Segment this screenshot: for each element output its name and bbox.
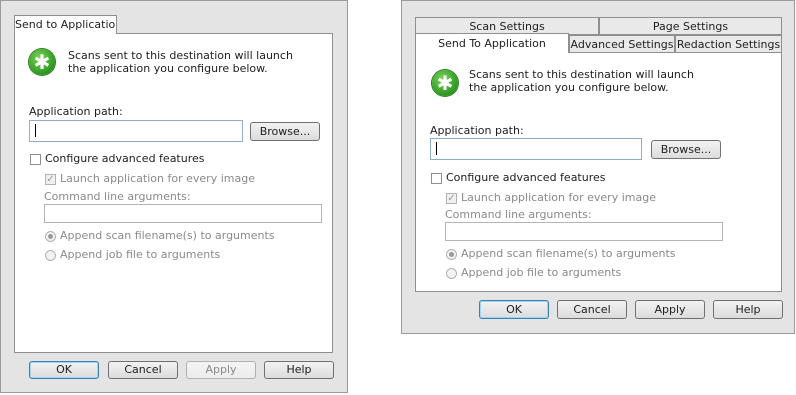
- tab-send-to-application[interactable]: Send To Application: [415, 33, 569, 53]
- apply-button[interactable]: Apply: [635, 300, 705, 319]
- append-job-file-radio: [446, 268, 457, 279]
- text-caret: [35, 124, 36, 137]
- browse-button[interactable]: Browse...: [250, 122, 320, 141]
- configure-advanced-checkbox[interactable]: [431, 173, 442, 184]
- append-job-file-radio: [45, 250, 56, 261]
- application-path-label: Application path:: [29, 105, 123, 118]
- left-dialog: Send to Application ✱ Scans sent to this…: [0, 0, 348, 393]
- configure-advanced-label[interactable]: Configure advanced features: [446, 171, 606, 184]
- help-button[interactable]: Help: [264, 361, 334, 379]
- launch-every-image-label: Launch application for every image: [461, 191, 656, 204]
- help-button[interactable]: Help: [713, 300, 783, 319]
- configure-advanced-checkbox[interactable]: [30, 154, 41, 165]
- tab-redaction-settings[interactable]: Redaction Settings: [675, 35, 782, 53]
- tab-advanced-settings[interactable]: Advanced Settings: [569, 35, 675, 53]
- ok-button[interactable]: OK: [29, 361, 99, 379]
- tab-panel: ✱ Scans sent to this destination will la…: [14, 33, 333, 353]
- ok-button[interactable]: OK: [479, 300, 549, 319]
- tab-page-settings[interactable]: Page Settings: [599, 17, 782, 35]
- command-line-label: Command line arguments:: [44, 190, 191, 203]
- text-caret: [436, 142, 437, 155]
- cancel-button[interactable]: Cancel: [108, 361, 178, 379]
- application-path-input[interactable]: [430, 138, 642, 160]
- application-path-input[interactable]: [29, 120, 243, 142]
- tab-send-to-application[interactable]: Send to Application: [14, 15, 117, 34]
- command-line-input: [445, 222, 723, 241]
- append-scan-filename-radio: [446, 249, 457, 260]
- append-scan-filename-label: Append scan filename(s) to arguments: [461, 247, 676, 260]
- tab-panel: ✱ Scans sent to this destination will la…: [415, 52, 782, 292]
- application-path-label: Application path:: [430, 124, 524, 137]
- apply-button: Apply: [186, 361, 256, 379]
- launch-every-image-checkbox: ✓: [45, 174, 56, 185]
- browse-button[interactable]: Browse...: [651, 140, 721, 159]
- append-scan-filename-label: Append scan filename(s) to arguments: [60, 229, 275, 242]
- asterisk-icon: ✱: [29, 49, 55, 75]
- description-text: Scans sent to this destination will laun…: [469, 68, 694, 94]
- append-job-file-label: Append job file to arguments: [461, 266, 622, 279]
- command-line-input: [44, 204, 322, 223]
- asterisk-icon: ✱: [432, 70, 458, 96]
- cancel-button[interactable]: Cancel: [557, 300, 627, 319]
- right-dialog: Scan Settings Page Settings Send To Appl…: [401, 0, 795, 334]
- append-job-file-label: Append job file to arguments: [60, 248, 221, 261]
- configure-advanced-label[interactable]: Configure advanced features: [45, 152, 205, 165]
- launch-every-image-checkbox: ✓: [446, 193, 457, 204]
- append-scan-filename-radio: [45, 231, 56, 242]
- description-text: Scans sent to this destination will laun…: [68, 49, 293, 75]
- command-line-label: Command line arguments:: [445, 208, 592, 221]
- launch-every-image-label: Launch application for every image: [60, 172, 255, 185]
